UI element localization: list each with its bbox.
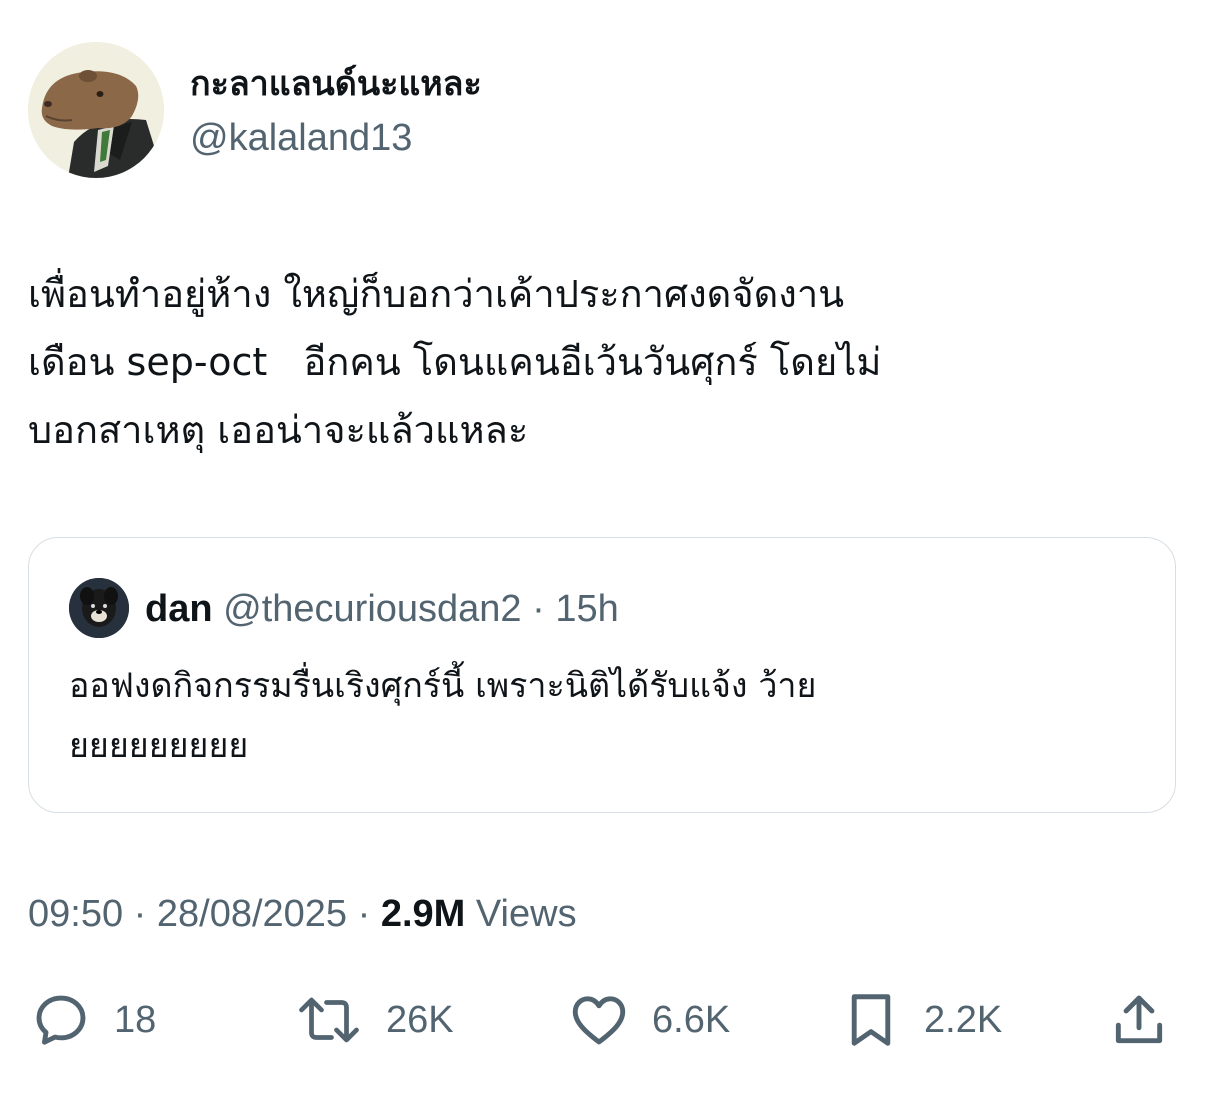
- tweet-text-line: บอกสาเหตุ เออน่าจะแล้วแหละ: [28, 408, 529, 452]
- views-label[interactable]: Views: [476, 893, 577, 935]
- author-handle[interactable]: @kalaland13: [190, 114, 482, 162]
- author-names: กะลาแลนด์นะแหละ @kalaland13: [190, 62, 482, 162]
- like-count: 6.6K: [652, 998, 731, 1041]
- bookmark-button[interactable]: 2.2K: [840, 985, 1002, 1055]
- reply-icon: [36, 995, 86, 1045]
- retweet-count: 26K: [386, 998, 454, 1041]
- author-display-name[interactable]: กะลาแลนด์นะแหละ: [190, 62, 482, 106]
- tweet-action-bar: 18 26K 6.6K 2.2K: [0, 985, 1206, 1055]
- quoted-tweet-card[interactable]: dan @thecuriousdan2 · 15h ออฟงดกิจกรรมรื…: [28, 537, 1176, 813]
- quoted-tweet-text: ออฟงดกิจกรรมรื่นเริงศุกร์นี้ เพราะนิติได…: [69, 656, 1129, 776]
- heart-icon: [572, 996, 626, 1045]
- capybara-in-suit-avatar-icon: [28, 42, 164, 178]
- views-count[interactable]: 2.9M: [381, 893, 465, 935]
- quoted-tweet-time[interactable]: 15h: [555, 588, 618, 630]
- bookmark-icon: [851, 994, 891, 1046]
- tweet-date[interactable]: 28/08/2025: [157, 893, 347, 935]
- tweet-text-line: เดือน sep-oct อีกคน โดนแคนอีเว้นวันศุกร์…: [28, 340, 882, 384]
- bookmark-count: 2.2K: [924, 998, 1003, 1041]
- quoted-tweet-text-line: ยยยยยยยยย: [69, 726, 249, 766]
- retweet-button[interactable]: 26K: [294, 985, 454, 1055]
- meta-separator: ·: [357, 893, 371, 935]
- quoted-tweet-text-line: ออฟงดกิจกรรมรื่นเริงศุกร์นี้ เพราะนิติได…: [69, 666, 817, 706]
- reply-button[interactable]: 18: [30, 985, 156, 1055]
- quoted-author-handle[interactable]: @thecuriousdan2: [223, 588, 521, 630]
- retweet-icon: [299, 997, 359, 1043]
- quoted-author-name[interactable]: dan: [145, 588, 213, 630]
- reply-count: 18: [114, 998, 157, 1041]
- meta-separator: ·: [133, 893, 147, 935]
- tweet-header: กะลาแลนด์นะแหละ @kalaland13: [28, 42, 1178, 182]
- author-avatar[interactable]: [28, 42, 164, 178]
- like-button[interactable]: 6.6K: [568, 985, 730, 1055]
- tweet-text-line: เพื่อนทำอยู่ห้าง ใหญ่ก็บอกว่าเค้าประกาศง…: [28, 272, 845, 316]
- share-icon: [1115, 995, 1163, 1044]
- quoted-separator: ·: [532, 588, 545, 630]
- tweet-time[interactable]: 09:50: [28, 893, 123, 935]
- dog-avatar-icon: [69, 578, 129, 638]
- share-button[interactable]: [1108, 985, 1170, 1055]
- quoted-author-avatar[interactable]: [69, 578, 129, 638]
- quoted-tweet-header: dan @thecuriousdan2 · 15h: [145, 584, 619, 634]
- tweet-text: เพื่อนทำอยู่ห้าง ใหญ่ก็บอกว่าเค้าประกาศง…: [28, 260, 1178, 464]
- tweet-meta: 09:50 · 28/08/2025 · 2.9M Views: [28, 888, 577, 940]
